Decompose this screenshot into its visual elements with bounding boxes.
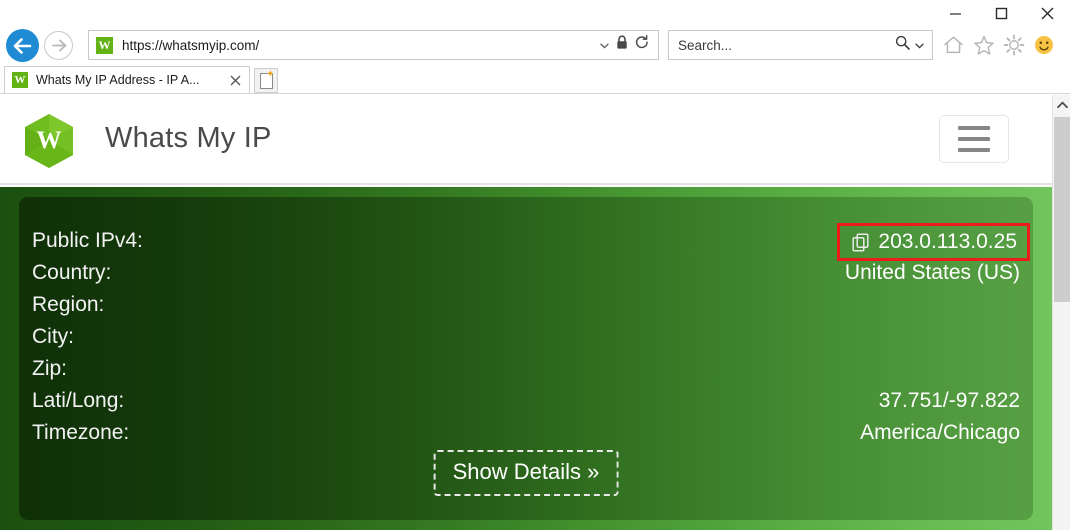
search-icon[interactable] — [895, 35, 910, 55]
browser-toolbar-icons — [942, 30, 1055, 60]
page-viewport: W Whats My IP Public IPv4: 203.0.113.0.2… — [0, 95, 1070, 530]
smiley-icon[interactable] — [1032, 34, 1055, 57]
row-label: City: — [32, 325, 74, 348]
settings-gear-icon[interactable] — [1002, 34, 1025, 57]
scrollbar-thumb[interactable] — [1054, 117, 1070, 302]
chevron-down-icon[interactable] — [915, 36, 924, 54]
logo-letter: W — [36, 127, 62, 154]
search-bar-icons — [895, 35, 932, 55]
lock-icon[interactable] — [616, 35, 628, 55]
minimize-button[interactable] — [932, 0, 978, 26]
browser-window: W https://whatsmyip.com/ Search... W Wha… — [0, 0, 1070, 530]
ip-row-country: Country: United States (US) — [19, 257, 1033, 289]
new-tab-page-icon: ✦ — [259, 68, 275, 89]
ip-row-region: Region: — [19, 289, 1033, 321]
back-button[interactable] — [6, 29, 39, 62]
tab-favicon-icon: W — [12, 72, 28, 88]
row-value: 37.751/-97.822 — [878, 389, 1020, 412]
arrow-right-icon — [51, 39, 66, 52]
ip-row-city: City: — [19, 321, 1033, 353]
hamburger-icon-line — [958, 137, 990, 141]
ip-address-highlight-box[interactable]: 203.0.113.0.25 — [837, 223, 1030, 261]
menu-button[interactable] — [939, 115, 1009, 163]
browser-tab[interactable]: W Whats My IP Address - IP A... — [4, 66, 250, 93]
row-value: United States (US) — [844, 261, 1020, 284]
scroll-up-arrow-icon[interactable] — [1053, 95, 1070, 115]
row-label: Public IPv4: — [32, 229, 143, 252]
arrow-left-icon — [13, 37, 32, 54]
row-label: Region: — [32, 293, 105, 316]
tab-strip: W Whats My IP Address - IP A... ✦ — [0, 64, 1070, 94]
navigation-bar: W https://whatsmyip.com/ Search... — [0, 26, 1070, 64]
new-tab-button[interactable]: ✦ — [254, 68, 278, 93]
row-label: Timezone: — [32, 421, 130, 444]
show-details-button[interactable]: Show Details » — [433, 450, 619, 496]
maximize-button[interactable] — [978, 0, 1024, 26]
site-logo[interactable]: W — [20, 112, 78, 170]
ip-row-timezone: Timezone: America/Chicago — [19, 417, 1033, 449]
ip-address-value: 203.0.113.0.25 — [878, 230, 1017, 253]
ip-row-zip: Zip: — [19, 353, 1033, 385]
row-value: America/Chicago — [860, 421, 1020, 444]
site-header: W Whats My IP — [0, 95, 1052, 185]
ip-row-public-ipv4: Public IPv4: 203.0.113.0.25 — [19, 223, 1033, 261]
ip-result-panel: Public IPv4: 203.0.113.0.25 Country: Uni… — [19, 197, 1033, 520]
site-favicon-icon: W — [96, 36, 113, 54]
page-title: Whats My IP — [105, 122, 272, 154]
home-icon[interactable] — [942, 34, 965, 57]
row-label: Zip: — [32, 357, 68, 380]
favorites-star-icon[interactable] — [972, 34, 995, 57]
close-button[interactable] — [1024, 0, 1070, 26]
new-tab-star-icon: ✦ — [266, 68, 275, 80]
row-label: Lati/Long: — [32, 389, 125, 412]
chevron-down-icon[interactable] — [600, 36, 609, 54]
refresh-icon[interactable] — [635, 35, 649, 55]
tab-title: Whats My IP Address - IP A... — [36, 73, 200, 87]
ip-row-lati-long: Lati/Long: 37.751/-97.822 — [19, 385, 1033, 417]
search-bar[interactable]: Search... — [668, 30, 933, 60]
hamburger-icon-line — [958, 148, 990, 152]
tab-close-icon[interactable] — [228, 73, 242, 87]
address-url-text[interactable]: https://whatsmyip.com/ — [122, 38, 259, 53]
copy-icon[interactable] — [852, 232, 869, 252]
forward-button[interactable] — [44, 31, 73, 60]
hamburger-icon-line — [958, 126, 990, 130]
ip-result-background: Public IPv4: 203.0.113.0.25 Country: Uni… — [0, 187, 1052, 530]
title-bar — [0, 0, 1070, 26]
row-label: Country: — [32, 261, 112, 284]
search-input[interactable]: Search... — [678, 38, 732, 53]
address-bar-icons — [600, 35, 658, 55]
window-controls — [932, 0, 1070, 26]
vertical-scrollbar[interactable] — [1052, 95, 1070, 530]
address-bar[interactable]: W https://whatsmyip.com/ — [88, 30, 659, 60]
